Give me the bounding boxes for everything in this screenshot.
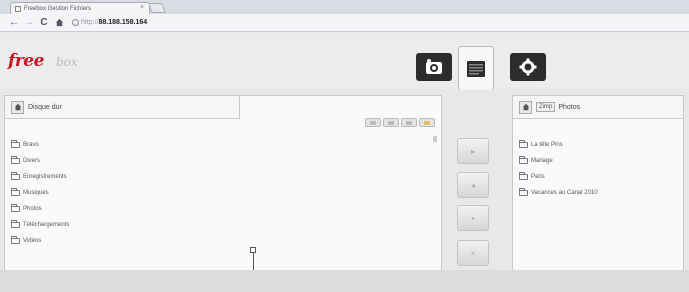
folder-name: Vacances au Canal 2010 (531, 190, 598, 196)
back-icon[interactable]: ← (8, 17, 20, 29)
delete-button[interactable]: × (457, 240, 489, 266)
downloads-icon (426, 59, 442, 74)
folder-name: Téléchargements (23, 222, 70, 228)
left-panel-header: Disque dur (4, 95, 240, 119)
folder-icon (519, 188, 528, 196)
folder-name: La tête Pins (531, 142, 563, 148)
list-item[interactable]: Musiques (11, 185, 69, 201)
left-file-panel: Disque dur Bravo Divers Enregistrements … (4, 95, 442, 273)
folder-icon (11, 140, 20, 148)
folder-icon (519, 156, 528, 164)
settings-button[interactable] (510, 53, 546, 81)
list-item[interactable]: Téléchargements (11, 217, 69, 233)
right-home-button[interactable] (519, 100, 532, 114)
folder-icon (519, 172, 528, 180)
move-button[interactable]: • (457, 205, 489, 231)
refresh-button[interactable] (401, 118, 417, 127)
folder-icon (11, 188, 20, 196)
page-icon (15, 5, 21, 12)
freebox-logo-sub: box (56, 55, 78, 69)
folder-name: Enregistrements (23, 174, 67, 180)
folder-icon (11, 156, 20, 164)
globe-icon (72, 19, 79, 26)
folder-icon (11, 204, 20, 212)
folder-name: Photos (23, 206, 42, 212)
browser-tab[interactable]: Freebox Gestion Fichiers × (10, 2, 150, 14)
tab-close-button[interactable]: × (140, 4, 144, 11)
list-item[interactable]: Divers (11, 153, 69, 169)
forward-icon[interactable]: → (23, 17, 35, 29)
list-item[interactable]: Paris (519, 169, 598, 185)
left-panel-toolbar (365, 118, 435, 127)
list-item[interactable]: Photos (11, 201, 69, 217)
folder-name: Musiques (23, 190, 49, 196)
tab-title: Freebox Gestion Fichiers (24, 5, 92, 12)
settings-icon (519, 58, 537, 76)
scrollbar-thumb[interactable] (433, 136, 437, 142)
browser-navbar: ← → C http:// 88.188.158.164 (0, 14, 689, 32)
folder-icon (11, 220, 20, 228)
folder-name: Divers (23, 158, 41, 164)
right-file-panel: Zimp Photos La tête Pins Mariage Paris V… (512, 95, 684, 273)
new-folder-button[interactable] (365, 118, 381, 127)
browser-tab-strip: Freebox Gestion Fichiers × (0, 0, 689, 14)
files-icon (467, 60, 485, 77)
url-protocol: http:// (81, 19, 99, 26)
home-icon[interactable] (53, 17, 65, 29)
breadcrumb[interactable]: Zimp (536, 102, 556, 112)
reload-icon[interactable]: C (38, 17, 50, 29)
copy-left-button[interactable]: ◂ (457, 172, 489, 198)
folder-name: Bravo (23, 142, 39, 148)
app-header: free box (0, 33, 689, 90)
files-button[interactable] (458, 46, 494, 90)
list-item[interactable]: Enregistrements (11, 169, 69, 185)
list-item[interactable]: Mariage (519, 153, 598, 169)
right-panel-header: Zimp Photos (512, 95, 684, 119)
left-folder-list: Bravo Divers Enregistrements Musiques Ph… (11, 137, 69, 249)
upload-button[interactable] (419, 118, 435, 127)
home-icon (522, 103, 529, 111)
left-home-button[interactable] (11, 100, 24, 114)
left-panel-title: Disque dur (28, 103, 62, 111)
freebox-logo: free (8, 51, 44, 71)
url-host: 88.188.158.164 (98, 19, 148, 26)
list-item[interactable]: Vacances au Canal 2010 (519, 185, 598, 201)
right-folder-list: La tête Pins Mariage Paris Vacances au C… (519, 137, 598, 201)
folder-name: Mariage (531, 158, 553, 164)
folder-name: Vidéos (23, 238, 42, 244)
bottom-strip (0, 270, 689, 292)
list-item[interactable]: Bravo (11, 137, 69, 153)
folder-icon (519, 140, 528, 148)
right-panel-title: Photos (558, 103, 581, 111)
address-bar[interactable]: http:// 88.188.158.164 (72, 19, 147, 26)
new-tab-button[interactable] (148, 3, 166, 13)
home-icon (14, 103, 21, 111)
rename-button[interactable] (383, 118, 399, 127)
folder-icon (11, 172, 20, 180)
folder-name: Paris (531, 174, 545, 180)
copy-right-button[interactable]: ▸ (457, 138, 489, 164)
folder-icon (11, 236, 20, 244)
list-item[interactable]: La tête Pins (519, 137, 598, 153)
list-item[interactable]: Vidéos (11, 233, 69, 249)
downloads-button[interactable] (416, 53, 452, 81)
